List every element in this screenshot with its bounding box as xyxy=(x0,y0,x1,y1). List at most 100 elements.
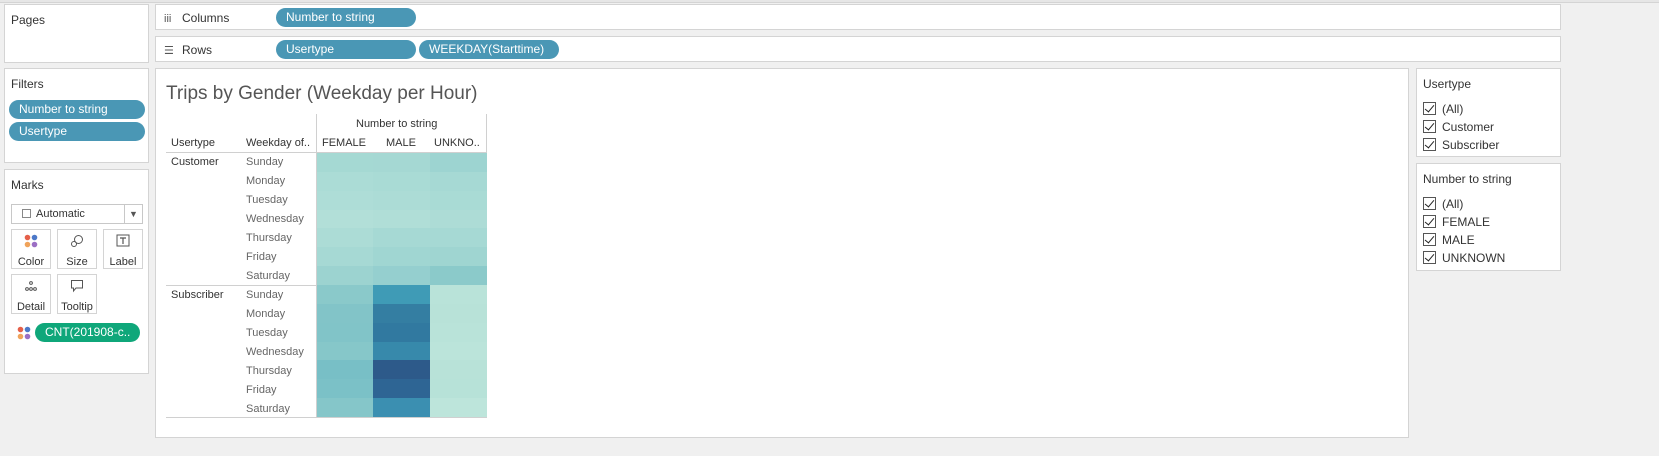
label-label: Label xyxy=(109,256,137,268)
number-filter-card[interactable]: Number to string (All) FEMALE MALE UNKNO… xyxy=(1416,163,1561,271)
mark-type-dropdown[interactable]: Automatic ▼ xyxy=(11,204,143,224)
usertype-filter-card[interactable]: Usertype (All) Customer Subscriber xyxy=(1416,68,1561,157)
day-label: Monday xyxy=(246,308,286,320)
filters-panel[interactable]: Filters Number to string Usertype xyxy=(4,68,149,163)
viz-title: Trips by Gender (Weekday per Hour) xyxy=(166,83,478,104)
checkbox-checked-icon[interactable] xyxy=(1423,138,1436,151)
heatmap-cell[interactable] xyxy=(373,360,430,380)
heatmap-cell[interactable] xyxy=(373,322,430,343)
heatmap-cell[interactable] xyxy=(430,360,487,380)
usertype-option-label: Subscriber xyxy=(1442,138,1500,152)
heatmap-cell[interactable] xyxy=(430,209,487,229)
heatmap-cell[interactable] xyxy=(430,303,487,324)
rows-label: ☰ Rows xyxy=(164,43,212,57)
rows-shelf[interactable]: ☰ Rows Usertype WEEKDAY(Starttime) xyxy=(155,36,1561,62)
tooltip-button[interactable]: Tooltip xyxy=(57,274,97,314)
heatmap-cell[interactable] xyxy=(373,190,430,211)
heatmap-cell[interactable] xyxy=(317,360,373,380)
heatmap-cell[interactable] xyxy=(373,266,430,286)
heatmap-cell[interactable] xyxy=(317,341,373,361)
heatmap-cell[interactable] xyxy=(317,228,373,248)
heatmap-cell[interactable] xyxy=(430,341,487,361)
columns-shelf[interactable]: iii Columns Number to string xyxy=(155,4,1561,30)
heatmap-cell[interactable] xyxy=(317,190,373,211)
heatmap-cell[interactable] xyxy=(317,153,373,173)
detail-button[interactable]: Detail xyxy=(11,274,51,314)
heatmap-cell[interactable] xyxy=(317,285,373,305)
checkbox-checked-icon[interactable] xyxy=(1423,102,1436,115)
filter-pill-usertype[interactable]: Usertype xyxy=(9,122,145,141)
heatmap-cell[interactable] xyxy=(373,285,430,305)
heatmap-cell[interactable] xyxy=(317,171,373,192)
day-label: Tuesday xyxy=(246,327,288,339)
checkbox-checked-icon[interactable] xyxy=(1423,251,1436,264)
usertype-option-label: (All) xyxy=(1442,102,1464,116)
heatmap-cell[interactable] xyxy=(317,303,373,324)
number-option-unknown[interactable]: UNKNOWN xyxy=(1423,250,1505,268)
rows-pill-weekday[interactable]: WEEKDAY(Starttime) xyxy=(419,40,559,59)
heatmap-cell[interactable] xyxy=(373,209,430,229)
heatmap-grid xyxy=(317,153,487,418)
filter-pill-number-to-string[interactable]: Number to string xyxy=(9,100,145,119)
heatmap-cell[interactable] xyxy=(430,190,487,211)
checkbox-checked-icon[interactable] xyxy=(1423,215,1436,228)
heatmap-cell[interactable] xyxy=(373,303,430,324)
checkbox-checked-icon[interactable] xyxy=(1423,120,1436,133)
pages-panel[interactable]: Pages xyxy=(4,4,149,63)
columns-label: iii Columns xyxy=(164,11,229,25)
columns-pill-number-to-string[interactable]: Number to string xyxy=(276,8,416,27)
heatmap-cell[interactable] xyxy=(317,322,373,343)
heatmap-cell[interactable] xyxy=(317,209,373,229)
heatmap-cell[interactable] xyxy=(317,266,373,286)
number-option-label: MALE xyxy=(1442,233,1475,247)
day-label: Sunday xyxy=(246,289,284,301)
usertype-option-all[interactable]: (All) xyxy=(1423,101,1463,119)
heatmap-cell[interactable] xyxy=(430,228,487,248)
heatmap-cell[interactable] xyxy=(430,153,487,173)
heatmap-cell[interactable] xyxy=(317,398,373,418)
heatmap-cell[interactable] xyxy=(373,171,430,192)
usertype-option-customer[interactable]: Customer xyxy=(1423,119,1494,137)
checkbox-checked-icon[interactable] xyxy=(1423,197,1436,210)
heatmap-cell[interactable] xyxy=(430,322,487,343)
color-encoding-pill[interactable]: CNT(201908-c.. xyxy=(35,323,140,342)
heatmap-cell[interactable] xyxy=(317,379,373,399)
heatmap-cell[interactable] xyxy=(373,228,430,248)
heatmap-cell[interactable] xyxy=(373,247,430,267)
day-label: Thursday xyxy=(246,232,292,244)
checkbox-checked-icon[interactable] xyxy=(1423,233,1436,246)
heatmap-cell[interactable] xyxy=(373,379,430,399)
chevron-down-icon[interactable]: ▼ xyxy=(124,205,142,223)
heatmap-cell[interactable] xyxy=(430,285,487,305)
column-header-female[interactable]: FEMALE xyxy=(322,137,366,149)
heatmap-cell[interactable] xyxy=(317,247,373,267)
heatmap-cell[interactable] xyxy=(373,398,430,418)
heatmap-cell[interactable] xyxy=(430,398,487,418)
rows-pill-usertype[interactable]: Usertype xyxy=(276,40,416,59)
column-header-unknown[interactable]: UNKNO.. xyxy=(434,137,480,149)
group-label-customer[interactable]: Customer xyxy=(171,156,219,168)
row-header-usertype[interactable]: Usertype xyxy=(171,137,215,149)
heatmap-cell[interactable] xyxy=(430,266,487,286)
heatmap-cell[interactable] xyxy=(430,379,487,399)
number-option-male[interactable]: MALE xyxy=(1423,232,1475,250)
number-option-female[interactable]: FEMALE xyxy=(1423,214,1490,232)
size-button[interactable]: Size xyxy=(57,229,97,269)
tooltip-label: Tooltip xyxy=(61,301,93,313)
day-label: Wednesday xyxy=(246,346,304,358)
heatmap-cell[interactable] xyxy=(373,341,430,361)
heatmap-cell[interactable] xyxy=(430,247,487,267)
size-icon xyxy=(58,234,96,254)
number-option-all[interactable]: (All) xyxy=(1423,196,1463,214)
label-button[interactable]: Label xyxy=(103,229,143,269)
column-header-male[interactable]: MALE xyxy=(386,137,416,149)
heatmap-cell[interactable] xyxy=(373,153,430,173)
heatmap-cell[interactable] xyxy=(430,171,487,192)
usertype-option-subscriber[interactable]: Subscriber xyxy=(1423,137,1499,155)
marks-panel[interactable]: Marks Automatic ▼ Color Size Label Detai… xyxy=(4,169,149,374)
day-label: Thursday xyxy=(246,365,292,377)
group-label-subscriber[interactable]: Subscriber xyxy=(171,289,224,301)
toolbar-strip xyxy=(0,0,1659,3)
color-button[interactable]: Color xyxy=(11,229,51,269)
row-header-weekday[interactable]: Weekday of.. xyxy=(246,137,310,149)
